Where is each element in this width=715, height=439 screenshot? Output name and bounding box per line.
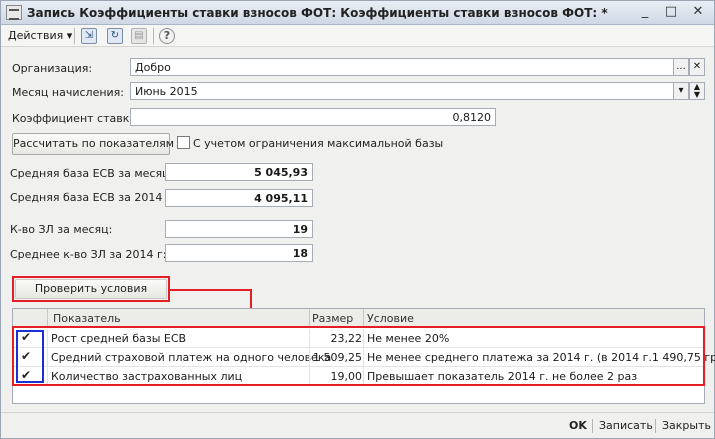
month-dropdown-icon[interactable]: ▾ [673,82,689,100]
toolbar-divider [74,28,75,44]
avg-base-year-field[interactable]: 4 095,11 [165,189,313,207]
actions-label: Действия [8,29,64,42]
toolbar: Действия ▾ ⇲ ↻ ▤ ? [1,25,714,47]
document-icon [6,5,22,20]
max-base-limit-label: С учетом ограничения максимальной базы [193,137,444,150]
column-header-size[interactable]: Размер [312,312,353,325]
ok-button[interactable]: OK [569,419,587,432]
refresh-icon[interactable]: ↻ [107,28,123,44]
save-button[interactable]: Записать [599,419,653,432]
record-window: Запись Коэффициенты ставки взносов ФОТ: … [0,0,715,439]
calculate-by-indicators-button[interactable]: Рассчитать по показателям [12,133,174,155]
count-month-label: К-во ЗЛ за месяц: [10,223,113,236]
post-document-icon[interactable]: ⇲ [81,28,97,44]
bottom-divider [592,419,593,433]
maximize-button[interactable]: □ [662,4,680,21]
organization-field[interactable]: Добро [130,58,674,76]
max-base-limit-checkbox[interactable] [177,136,190,149]
window-title: Запись Коэффициенты ставки взносов ФОТ: … [27,6,608,20]
column-header-indicator[interactable]: Показатель [53,312,121,325]
check-conditions-button[interactable]: Проверить условия [15,279,167,299]
checkmarks-highlight [16,330,44,383]
chevron-down-icon: ▾ [66,29,73,42]
help-icon[interactable]: ? [159,28,175,44]
minimize-button[interactable]: _ [636,4,654,21]
rows-highlight [12,326,705,386]
avg-base-year-label: Средняя база ЕСВ за 2014 г: [10,191,176,204]
organization-select-button[interactable]: ... [673,58,689,76]
close-button[interactable]: Закрыть [662,419,711,432]
bottom-bar: OK Записать Закрыть [1,412,714,438]
avg-base-month-label: Средняя база ЕСВ за месяц: [10,167,174,180]
actions-menu[interactable]: Действия ▾ [8,29,72,42]
month-spin-icon[interactable]: ▲ ▼ [689,82,705,100]
count-year-label: Среднее к-во ЗЛ за 2014 г: [10,248,167,261]
close-window-button[interactable]: ✕ [689,4,707,21]
month-label: Месяц начисления: [12,86,124,99]
count-year-field[interactable]: 18 [165,244,313,262]
month-field[interactable]: Июнь 2015 [130,82,674,100]
toolbar-divider [153,28,154,44]
count-month-field[interactable]: 19 [165,220,313,238]
coefficient-label: Коэффициент ставки: [12,112,141,125]
column-header-condition[interactable]: Условие [367,312,414,325]
organization-clear-icon[interactable]: ✕ [689,58,705,76]
bottom-divider [655,419,656,433]
copy-icon[interactable]: ▤ [131,28,147,44]
avg-base-month-field[interactable]: 5 045,93 [165,163,313,181]
coefficient-field[interactable]: 0,8120 [130,108,496,126]
title-bar: Запись Коэффициенты ставки взносов ФОТ: … [1,1,714,25]
highlight-arrow [170,289,252,291]
organization-label: Организация: [12,62,93,75]
